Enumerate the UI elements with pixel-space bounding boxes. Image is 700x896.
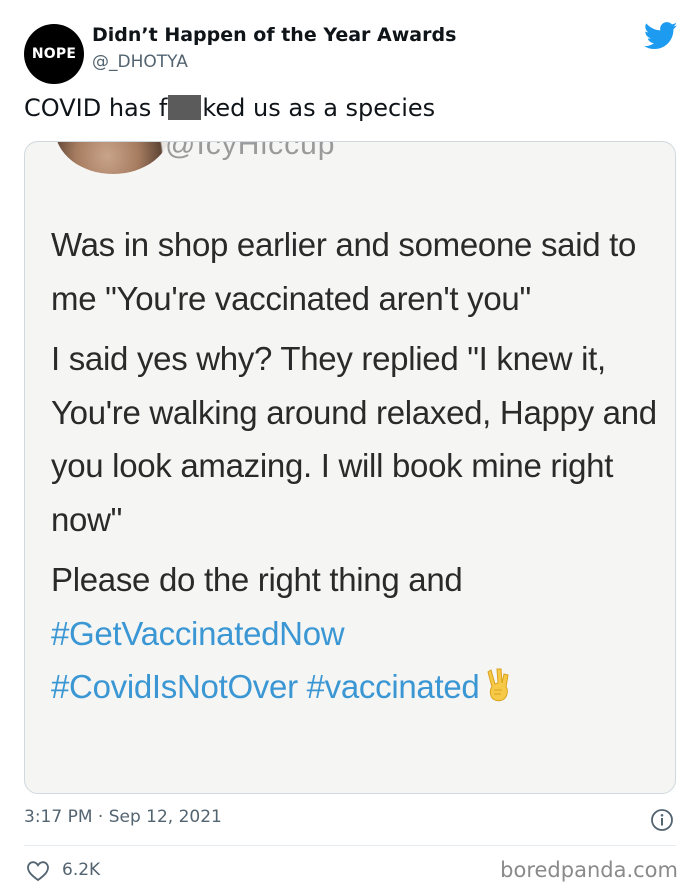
like-count[interactable]: 6.2K [62,860,100,880]
author-handle[interactable]: @_DHOTYA [92,52,188,72]
info-icon[interactable] [650,808,674,832]
hashtag-get-vaccinated: #GetVaccinatedNow [51,614,345,652]
author-display-name[interactable]: Didn’t Happen of the Year Awards [92,24,456,46]
author-avatar[interactable]: NOPE [24,24,84,84]
tweet-text-end: ked us as a species [202,94,436,122]
hashtag-covid-vaccinated: #CovidIsNotOver #vaccinated [51,668,480,705]
embedded-paragraph: Please do the right thing and [51,561,463,598]
peace-hand-emoji-icon [487,668,510,702]
embedded-paragraph: Was in shop earlier and someone said to … [51,226,637,317]
twitter-bird-icon[interactable] [644,22,678,50]
tweet-text-start: COVID has f [24,94,168,122]
embedded-handle: @IcyHiccup [165,141,336,161]
embedded-paragraph: I said yes why? They replied "I knew it,… [51,340,657,538]
tweet-text: COVID has f ked us as a species [24,94,435,122]
hashtag-line: #CovidIsNotOver #vaccinated [51,660,661,714]
tweet-timestamp[interactable]: 3:17 PM · Sep 12, 2021 [24,807,222,827]
embedded-avatar [55,142,171,174]
embedded-tweet-screenshot[interactable]: @IcyHiccup Was in shop earlier and someo… [24,141,676,794]
avatar-text: NOPE [31,46,77,62]
divider [24,845,676,846]
censor-block [168,95,202,120]
heart-icon[interactable] [26,860,50,882]
watermark: boredpanda.com [500,858,678,882]
embedded-tweet-body: Was in shop earlier and someone said to … [51,218,661,714]
